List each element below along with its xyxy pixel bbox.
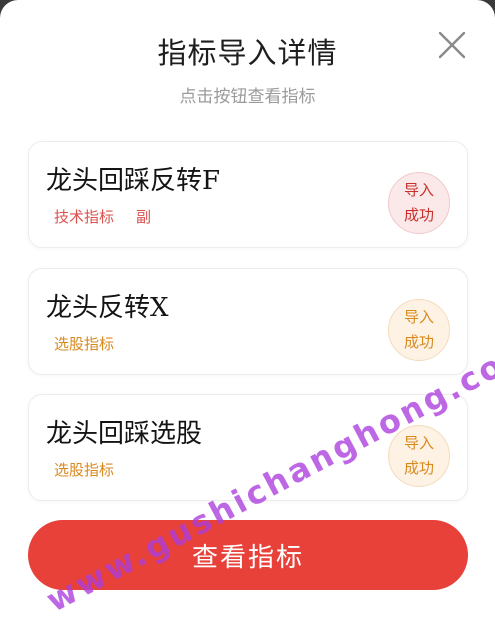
indicator-name: 龙头回踩选股	[46, 419, 203, 449]
indicator-card: 龙头回踩选股 选股指标 导入 成功	[28, 394, 468, 501]
indicator-tags: 技术指标 副	[54, 206, 151, 227]
status-badge-line: 导入	[403, 434, 434, 452]
indicator-tag: 选股指标	[54, 461, 115, 479]
status-badge: 导入 成功	[388, 172, 450, 234]
indicator-card: 龙头回踩反转F 技术指标 副 导入 成功	[28, 141, 468, 248]
import-details-dialog: 指标导入详情 点击按钮查看指标 龙头回踩反转F 技术指标 副 导入 成功 龙头反…	[0, 0, 495, 617]
status-badge-line: 导入	[403, 308, 434, 326]
indicator-card: 龙头反转X 选股指标 导入 成功	[28, 268, 468, 375]
indicator-tags: 选股指标	[54, 459, 114, 480]
status-badge-line: 导入	[403, 181, 434, 199]
dialog-title: 指标导入详情	[157, 36, 338, 70]
status-badge-line: 成功	[403, 206, 434, 224]
status-badge-line: 成功	[403, 333, 434, 351]
status-badge-line: 成功	[403, 459, 434, 477]
indicator-tag: 选股指标	[54, 335, 115, 353]
status-badge: 导入 成功	[388, 299, 450, 361]
indicator-tag: 副	[136, 208, 152, 226]
indicator-tag: 技术指标	[54, 208, 115, 226]
view-indicators-button[interactable]: 查看指标	[28, 520, 468, 590]
close-icon[interactable]	[433, 26, 471, 64]
dialog-subtitle: 点击按钮查看指标	[179, 87, 316, 107]
indicator-name: 龙头反转X	[46, 293, 169, 323]
status-badge: 导入 成功	[388, 425, 450, 487]
indicator-tags: 选股指标	[54, 333, 114, 354]
indicator-name: 龙头回踩反转F	[46, 166, 221, 196]
